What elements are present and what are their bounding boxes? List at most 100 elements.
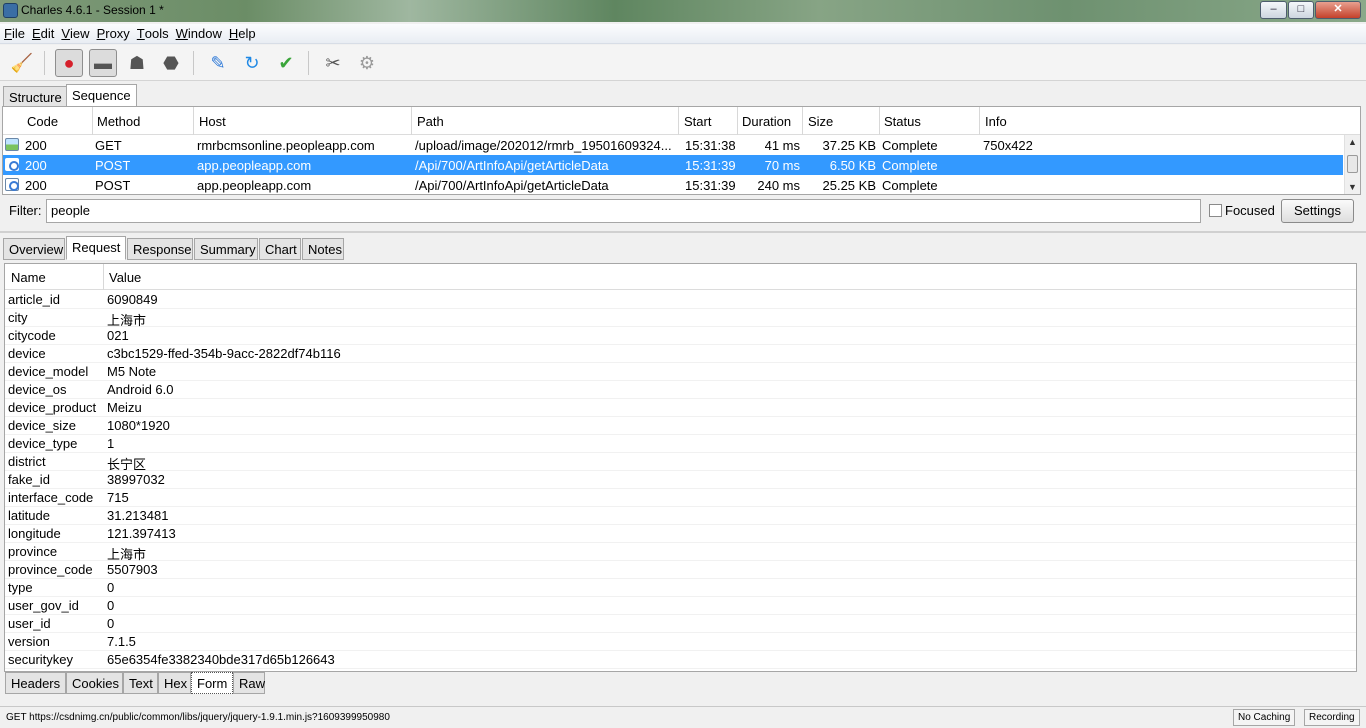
no-caching-badge[interactable]: No Caching <box>1233 709 1296 726</box>
col-size[interactable]: Size <box>808 114 833 129</box>
tab-structure[interactable]: Structure <box>3 86 68 108</box>
menu-label-rest: iew <box>70 26 90 41</box>
menu-window[interactable]: Window <box>172 24 225 41</box>
close-button[interactable]: ✕ <box>1315 1 1361 19</box>
form-row[interactable]: longitude 121.397413 <box>5 525 1356 543</box>
check-icon[interactable]: ✔ <box>272 49 300 77</box>
form-row[interactable]: user_gov_id 0 <box>5 597 1356 615</box>
cell-path: /Api/700/ArtInfoApi/getArticleData <box>415 158 609 173</box>
col-code[interactable]: Code <box>27 114 58 129</box>
toolbar: 🧹 ● ▬ ☗ ⬣ ✎ ↻ ✔ ✂ ⚙ <box>0 45 1366 81</box>
form-row-value: Meizu <box>107 400 142 415</box>
sequence-scrollbar[interactable]: ▲ ▼ <box>1344 135 1360 194</box>
form-row[interactable]: device c3bc1529-ffed-354b-9acc-2822df74b1… <box>5 345 1356 363</box>
form-row[interactable]: user_id 0 <box>5 615 1356 633</box>
record-icon[interactable]: ● <box>55 49 83 77</box>
tab-raw[interactable]: Raw <box>233 672 265 694</box>
tab-form[interactable]: Form <box>191 672 233 694</box>
form-row[interactable]: type 0 <box>5 579 1356 597</box>
request-row[interactable]: 200 GET rmrbcmsonline.peopleapp.com/upload… <box>3 135 1343 155</box>
split-divider[interactable] <box>0 231 1366 233</box>
tab-request[interactable]: Request <box>66 236 126 260</box>
focused-checkbox[interactable] <box>1209 204 1222 217</box>
form-row-value: 0 <box>107 598 115 613</box>
menu-edit[interactable]: Edit <box>28 24 57 41</box>
tab-cookies[interactable]: Cookies <box>66 672 123 694</box>
menu-view[interactable]: View <box>57 24 92 41</box>
col-status[interactable]: Status <box>884 114 921 129</box>
form-row[interactable]: district 长宁区 <box>5 453 1356 472</box>
menu-help[interactable]: Help <box>225 24 259 41</box>
recording-badge[interactable]: Recording <box>1304 709 1360 726</box>
turtle-icon[interactable]: ☗ <box>123 49 151 77</box>
form-row[interactable]: device_product Meizu <box>5 399 1356 417</box>
form-row[interactable]: device_os Android 6.0 <box>5 381 1356 399</box>
tab-chart[interactable]: Chart <box>259 238 301 260</box>
stop-icon[interactable]: ⬣ <box>157 49 185 77</box>
form-row[interactable]: version 7.1.5 <box>5 633 1356 651</box>
col-path[interactable]: Path <box>417 114 444 129</box>
form-row-value: 6090849 <box>107 292 158 307</box>
scroll-down-icon[interactable]: ▼ <box>1348 182 1357 192</box>
filter-input[interactable]: people <box>46 199 1201 223</box>
form-row[interactable]: interface_code 715 <box>5 489 1356 507</box>
cell-host: app.peopleapp.com <box>197 158 312 173</box>
form-row-name: type <box>8 580 33 595</box>
col-name[interactable]: Name <box>11 270 46 285</box>
title-bar: Charles 4.6.1 - Session 1 * – □ ✕ <box>0 0 1366 22</box>
form-row-name: interface_code <box>8 490 94 505</box>
request-row[interactable]: 200 POST app.peopleapp.com/Api/700/ArtInfo… <box>3 175 1343 194</box>
menu-mnemonic: H <box>228 26 239 41</box>
col-info[interactable]: Info <box>985 114 1007 129</box>
form-row[interactable]: latitude 31.213481 <box>5 507 1356 525</box>
col-value[interactable]: Value <box>109 270 141 285</box>
maximize-button[interactable]: □ <box>1288 1 1314 19</box>
request-row[interactable]: 200 POST app.peopleapp.com/Api/700/ArtInfo… <box>3 155 1343 175</box>
form-row[interactable]: device_model M5 Note <box>5 363 1356 381</box>
form-row[interactable]: province 上海市 <box>5 543 1356 562</box>
tab-text[interactable]: Text <box>123 672 158 694</box>
settings-button[interactable]: Settings <box>1281 199 1354 223</box>
form-row[interactable]: citycode 021 <box>5 327 1356 345</box>
refresh-icon[interactable]: ↻ <box>238 49 266 77</box>
col-host[interactable]: Host <box>199 114 226 129</box>
menu-file[interactable]: File <box>0 24 28 41</box>
scroll-thumb[interactable] <box>1347 155 1358 173</box>
form-row[interactable]: article_id 6090849 <box>5 291 1356 309</box>
throttle-icon[interactable]: ▬ <box>89 49 117 77</box>
tab-headers[interactable]: Headers <box>5 672 66 694</box>
pen-icon[interactable]: ✎ <box>204 49 232 77</box>
scroll-up-icon[interactable]: ▲ <box>1348 137 1357 147</box>
menu-tools[interactable]: Tools <box>133 24 172 41</box>
tab-hex[interactable]: Hex <box>158 672 191 694</box>
form-row-value: 31.213481 <box>107 508 169 523</box>
form-row[interactable]: securitykey 65e6354fe3382340bde317d65b126… <box>5 651 1356 669</box>
col-start[interactable]: Start <box>684 114 711 129</box>
tab-notes[interactable]: Notes <box>302 238 344 260</box>
form-row[interactable]: province_code 5507903 <box>5 561 1356 579</box>
cell-start: 15:31:38 <box>685 138 736 153</box>
gear-icon[interactable]: ⚙ <box>353 49 381 77</box>
form-row[interactable]: device_size 1080*1920 <box>5 417 1356 435</box>
tab-summary[interactable]: Summary <box>194 238 258 260</box>
form-row[interactable]: fake_id 38997032 <box>5 471 1356 489</box>
col-duration[interactable]: Duration <box>742 114 791 129</box>
tab-sequence[interactable]: Sequence <box>66 84 137 108</box>
form-row-value: 715 <box>107 490 129 505</box>
form-row-value: 121.397413 <box>107 526 176 541</box>
form-row-value: 1 <box>107 436 115 451</box>
form-header: Name Value <box>5 264 1356 290</box>
form-row-name: fake_id <box>8 472 50 487</box>
focused-label[interactable]: Focused <box>1225 203 1275 218</box>
minimize-button[interactable]: – <box>1260 1 1287 19</box>
menu-mnemonic: T <box>136 26 145 41</box>
tab-response[interactable]: Response <box>127 238 193 260</box>
form-row[interactable]: device_type 1 <box>5 435 1356 453</box>
cell-info: 750x422 <box>983 138 1033 153</box>
col-method[interactable]: Method <box>97 114 140 129</box>
tab-overview[interactable]: Overview <box>3 238 65 260</box>
menu-proxy[interactable]: Proxy <box>93 24 133 41</box>
broom-icon[interactable]: 🧹 <box>8 49 36 77</box>
form-row[interactable]: city 上海市 <box>5 309 1356 328</box>
tools-icon[interactable]: ✂ <box>319 49 347 77</box>
